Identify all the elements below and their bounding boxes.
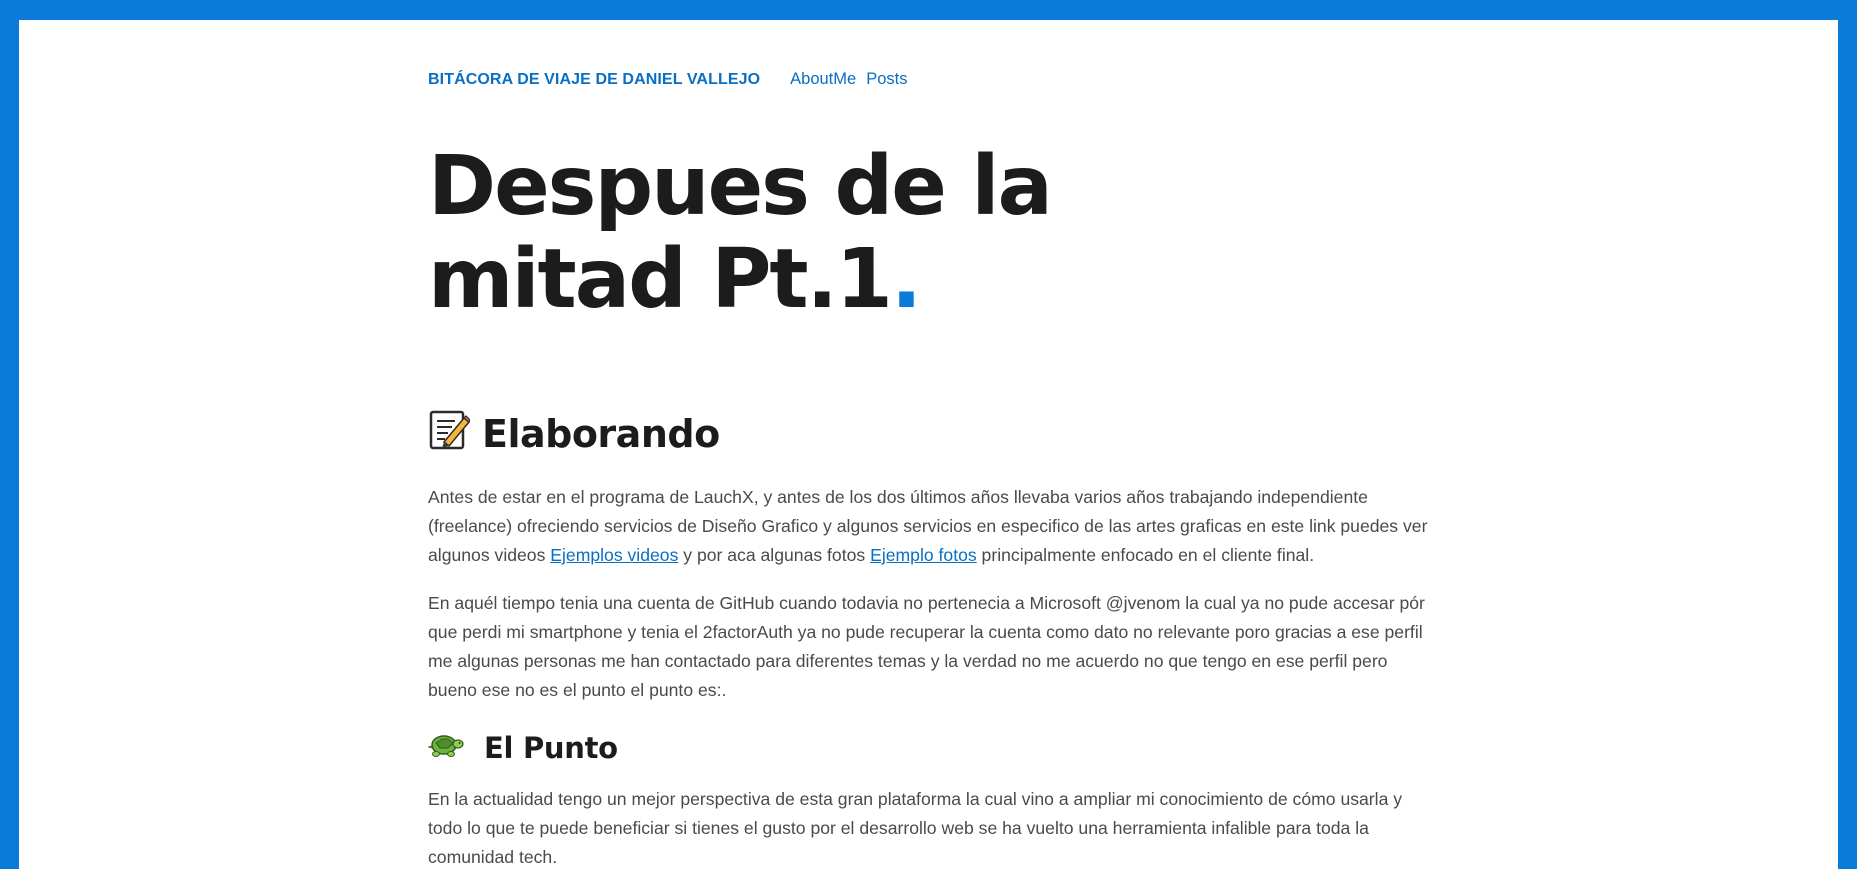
post-title-line1: Despues de la xyxy=(428,139,1053,234)
page-frame: BITÁCORA DE VIAJE DE DANIEL VALLEJO Abou… xyxy=(19,20,1838,869)
nav-posts-link[interactable]: Posts xyxy=(866,70,907,89)
memo-icon xyxy=(428,408,471,459)
turtle-icon xyxy=(427,730,472,765)
site-header: BITÁCORA DE VIAJE DE DANIEL VALLEJO Abou… xyxy=(428,70,907,89)
main-nav: AboutMe Posts xyxy=(790,70,907,89)
paragraph: En la actualidad tengo un mejor perspect… xyxy=(428,789,1403,867)
section-heading-elaborando: Elaborando xyxy=(428,408,720,459)
post-title-dot: . xyxy=(890,232,922,327)
ejemplos-videos-link[interactable]: Ejemplos videos xyxy=(550,545,678,565)
section-heading-text: Elaborando xyxy=(482,411,720,456)
paragraph: En aquél tiempo tenia una cuenta de GitH… xyxy=(428,593,1425,700)
ejemplo-fotos-link[interactable]: Ejemplo fotos xyxy=(870,545,977,565)
post-title-line2: mitad Pt.1 xyxy=(428,232,893,327)
paragraph-text: principalmente enfocado en el cliente fi… xyxy=(976,545,1315,565)
post-title: Despues de la mitad Pt.1. xyxy=(428,140,1188,326)
paragraph-text: y por aca algunas fotos xyxy=(678,545,871,565)
section-heading-el-punto: El Punto xyxy=(427,730,618,765)
site-title-link[interactable]: BITÁCORA DE VIAJE DE DANIEL VALLEJO xyxy=(428,71,760,89)
nav-aboutme-link[interactable]: AboutMe xyxy=(790,70,856,89)
section-heading-text: El Punto xyxy=(484,730,618,765)
paragraph: Antes de estar en el programa de LauchX,… xyxy=(428,483,1438,570)
